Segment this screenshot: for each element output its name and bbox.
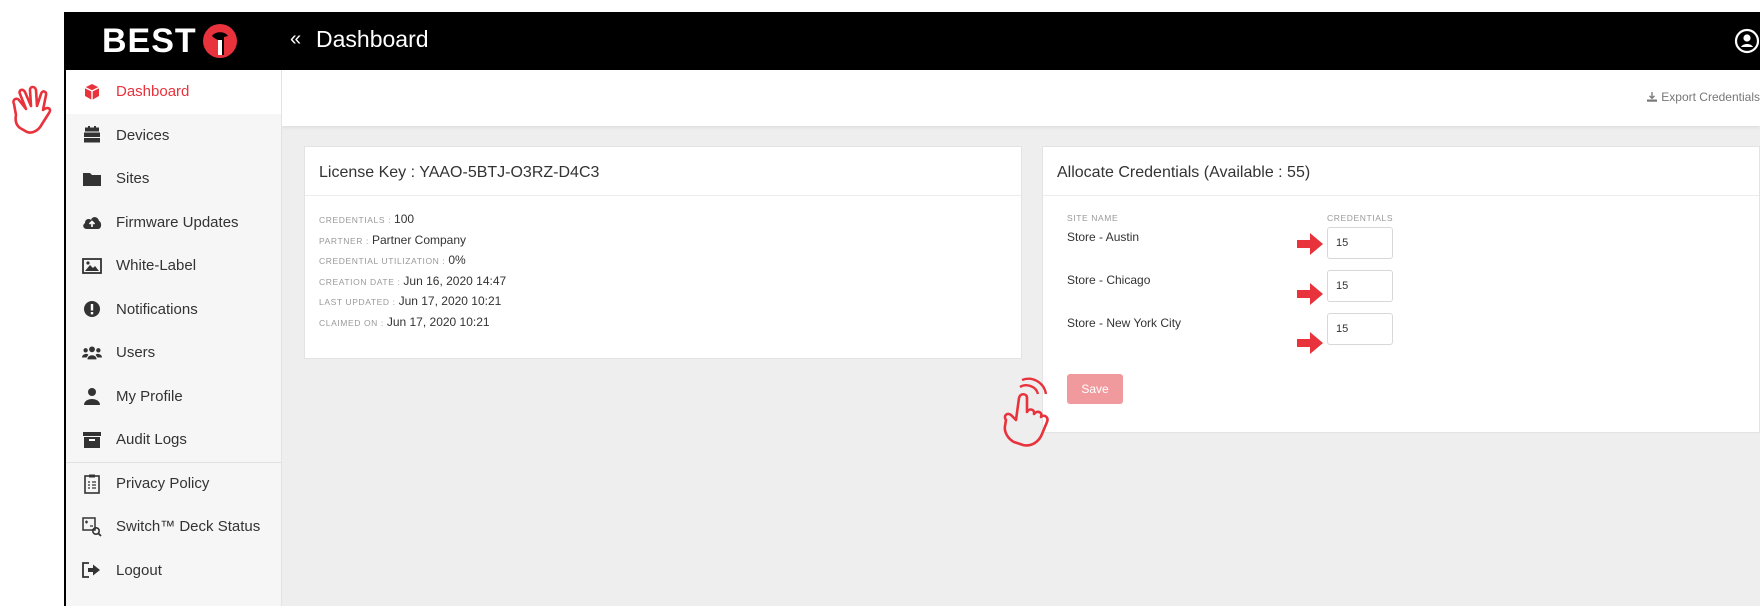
top-bar: BEST « Dashboard bbox=[66, 12, 1760, 70]
sidebar-item-label: Firmware Updates bbox=[116, 213, 239, 231]
allocate-credentials-form: SITE NAME CREDENTIALS Store - Austin Sto… bbox=[1043, 196, 1759, 432]
sidebar-item-label: Notifications bbox=[116, 300, 198, 318]
status-search-icon bbox=[82, 517, 102, 537]
screenshot-stage: BEST « Dashboard Export Credentials Dash… bbox=[0, 0, 1760, 606]
sidebar-item-label: White-Label bbox=[116, 257, 197, 275]
license-field-utilization: CREDENTIAL UTILIZATION : 0% bbox=[319, 253, 1007, 274]
license-field-claimed-on: CLAIMED ON : Jun 17, 2020 10:21 bbox=[319, 315, 1007, 336]
exclamation-icon bbox=[82, 299, 102, 319]
field-key: CREDENTIAL UTILIZATION : bbox=[319, 256, 446, 266]
sidebar-item-white-label[interactable]: White-Label bbox=[66, 244, 281, 288]
export-credentials-label: Export Credentials bbox=[1661, 90, 1760, 104]
license-field-credentials: CREDENTIALS : 100 bbox=[319, 212, 1007, 233]
credentials-column-header: CREDENTIALS bbox=[1327, 213, 1394, 223]
field-value: Jun 16, 2020 14:47 bbox=[403, 273, 507, 288]
sidebar-item-label: My Profile bbox=[116, 387, 183, 405]
credentials-input-chicago[interactable] bbox=[1327, 270, 1393, 302]
credentials-input-austin[interactable] bbox=[1327, 227, 1393, 259]
brand-wordmark: BEST bbox=[102, 21, 197, 60]
sidebar-item-label: Logout bbox=[116, 561, 162, 579]
site-name-column-header: SITE NAME bbox=[1067, 213, 1119, 223]
sidebar-item-switch-deck-status[interactable]: Switch™ Deck Status bbox=[66, 505, 281, 549]
field-value: Jun 17, 2020 10:21 bbox=[386, 314, 490, 329]
license-field-partner: PARTNER : Partner Company bbox=[319, 233, 1007, 254]
red-arrow-annotation-icon bbox=[1297, 233, 1323, 255]
brand-mark-icon bbox=[202, 24, 237, 58]
license-field-creation-date: CREATION DATE : Jun 16, 2020 14:47 bbox=[319, 274, 1007, 295]
sidebar-item-logout[interactable]: Logout bbox=[66, 549, 281, 593]
save-button[interactable]: Save bbox=[1067, 374, 1123, 404]
field-key: PARTNER : bbox=[319, 235, 369, 246]
sidebar-item-sites[interactable]: Sites bbox=[66, 157, 281, 201]
license-details: CREDENTIALS : 100 PARTNER : Partner Comp… bbox=[305, 196, 1021, 351]
site-name-austin: Store - Austin bbox=[1067, 230, 1140, 244]
sidebar-item-label: Dashboard bbox=[116, 83, 190, 101]
red-arrow-annotation-icon bbox=[1297, 283, 1323, 305]
sidebar: Dashboard Devices Sites Firmware Updates bbox=[66, 70, 282, 606]
sidebar-item-my-profile[interactable]: My Profile bbox=[66, 375, 281, 419]
sidebar-item-label: Privacy Policy bbox=[116, 475, 210, 493]
export-credentials-link[interactable]: Export Credentials bbox=[1647, 90, 1760, 104]
sidebar-item-label: Devices bbox=[116, 126, 170, 144]
clipboard-icon bbox=[82, 474, 102, 494]
credentials-input-new-york-city[interactable] bbox=[1327, 313, 1393, 345]
allocate-credentials-title: Allocate Credentials (Available : 55) bbox=[1043, 147, 1759, 196]
sidebar-item-dashboard[interactable]: Dashboard bbox=[66, 70, 281, 114]
download-icon bbox=[1647, 92, 1658, 102]
sidebar-item-notifications[interactable]: Notifications bbox=[66, 288, 281, 332]
collapse-sidebar-button[interactable]: « bbox=[290, 28, 301, 51]
folder-icon bbox=[82, 169, 102, 189]
field-value: Partner Company bbox=[371, 232, 467, 247]
users-icon bbox=[82, 343, 102, 363]
sidebar-item-label: Users bbox=[116, 344, 156, 362]
archive-icon bbox=[82, 430, 102, 450]
sidebar-item-privacy-policy[interactable]: Privacy Policy bbox=[66, 461, 281, 506]
sidebar-item-users[interactable]: Users bbox=[66, 331, 281, 375]
user-circle-icon[interactable] bbox=[1734, 28, 1760, 54]
sidebar-item-devices[interactable]: Devices bbox=[66, 114, 281, 158]
field-key: LAST UPDATED : bbox=[319, 297, 396, 307]
cube-icon bbox=[82, 82, 102, 102]
field-key: CLAIMED ON : bbox=[319, 317, 384, 328]
logout-icon bbox=[82, 560, 102, 580]
site-name-new-york-city: Store - New York City bbox=[1067, 316, 1182, 330]
allocate-credentials-card: Allocate Credentials (Available : 55) SI… bbox=[1042, 146, 1760, 433]
stack-icon bbox=[82, 125, 102, 145]
field-value: Jun 17, 2020 10:21 bbox=[398, 294, 502, 308]
user-icon bbox=[82, 386, 102, 406]
license-card: License Key : YAAO-5BTJ-O3RZ-D4C3 CREDEN… bbox=[304, 146, 1022, 359]
sub-header-bar: Export Credentials bbox=[282, 70, 1760, 126]
sidebar-item-audit-logs[interactable]: Audit Logs bbox=[66, 418, 281, 462]
field-value: 100 bbox=[394, 212, 415, 226]
brand-logo[interactable]: BEST bbox=[102, 22, 239, 60]
pointing-hand-annotation-icon bbox=[12, 85, 52, 134]
sidebar-item-label: Audit Logs bbox=[116, 431, 187, 449]
image-icon bbox=[82, 256, 102, 276]
cloud-upload-icon bbox=[82, 212, 102, 232]
field-value: 0% bbox=[448, 253, 466, 267]
sidebar-item-firmware-updates[interactable]: Firmware Updates bbox=[66, 201, 281, 245]
tap-hand-annotation-icon bbox=[1003, 377, 1049, 447]
license-key-title: License Key : YAAO-5BTJ-O3RZ-D4C3 bbox=[305, 147, 1021, 196]
app-window: BEST « Dashboard Export Credentials Dash… bbox=[66, 12, 1760, 606]
page-title: Dashboard bbox=[316, 26, 429, 52]
site-name-chicago: Store - Chicago bbox=[1067, 273, 1151, 287]
red-arrow-annotation-icon bbox=[1297, 332, 1323, 354]
sidebar-item-label: Switch™ Deck Status bbox=[116, 518, 261, 536]
license-field-last-updated: LAST UPDATED : Jun 17, 2020 10:21 bbox=[319, 294, 1007, 315]
field-key: CREDENTIALS : bbox=[319, 215, 392, 225]
field-key: CREATION DATE : bbox=[319, 276, 401, 287]
sidebar-item-label: Sites bbox=[116, 170, 150, 188]
